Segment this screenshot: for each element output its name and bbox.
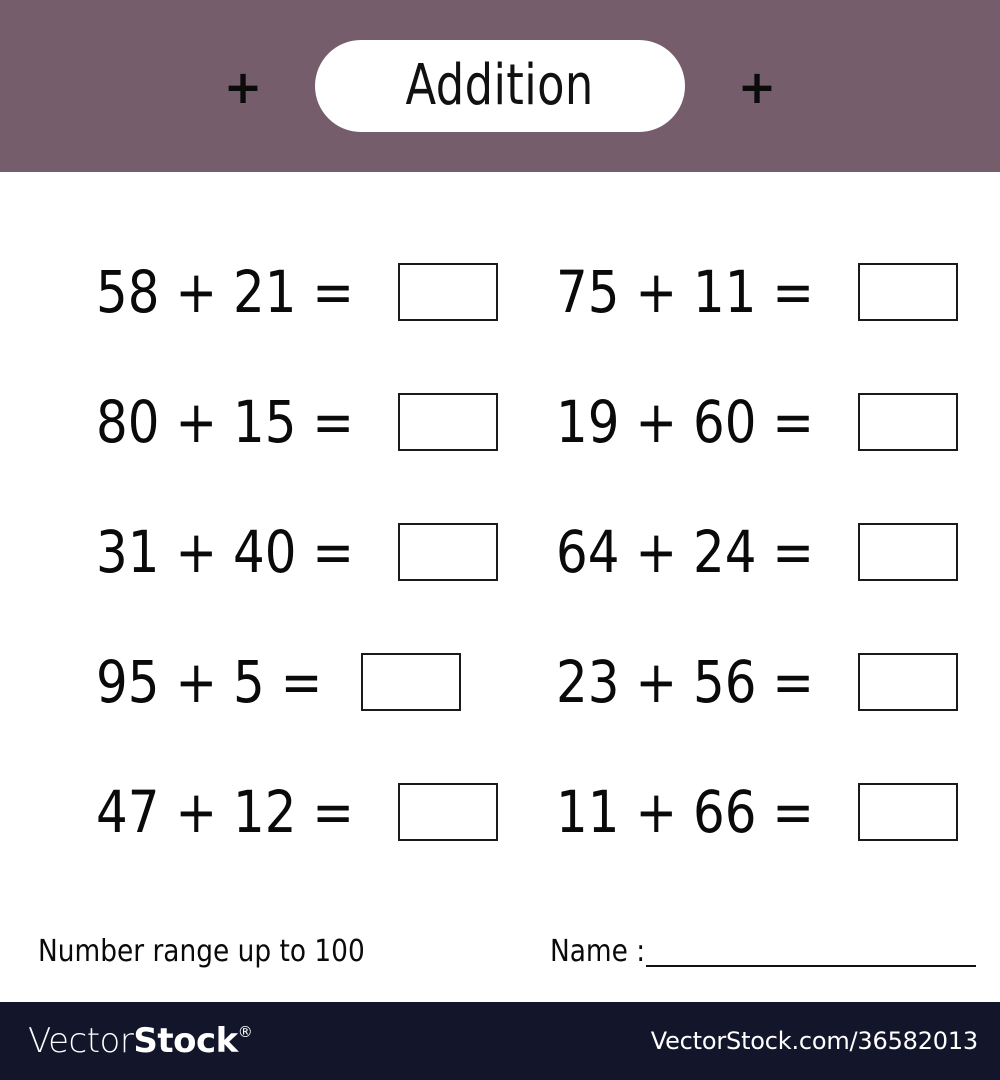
problem-expression: 11 + 66 = xyxy=(556,778,815,846)
problem-expression: 75 + 11 = xyxy=(556,258,815,326)
problem-expression: 95 + 5 = xyxy=(96,648,323,716)
problem-row: 31 + 40 = xyxy=(96,516,499,588)
answer-box[interactable] xyxy=(858,783,959,841)
problem-expression: 23 + 56 = xyxy=(556,648,815,716)
title-pill: Addition xyxy=(315,40,685,132)
answer-box[interactable] xyxy=(398,783,499,841)
problem-expression: 31 + 40 = xyxy=(96,518,355,586)
problem-expression: 80 + 15 = xyxy=(96,388,355,456)
registered-trademark-icon: ® xyxy=(237,1023,253,1041)
worksheet-area: 58 + 21 = 80 + 15 = 31 + 40 = 95 + 5 = 4… xyxy=(0,172,1000,1002)
page-title: Addition xyxy=(405,53,595,118)
problem-expression: 19 + 60 = xyxy=(556,388,815,456)
watermark-url: VectorStock.com/36582013 xyxy=(650,1027,978,1055)
problem-row: 58 + 21 = xyxy=(96,256,499,328)
name-label: Name : xyxy=(550,934,646,969)
plus-decoration-left-icon: + xyxy=(223,60,263,114)
answer-box[interactable] xyxy=(858,263,959,321)
answer-box[interactable] xyxy=(398,523,499,581)
answer-box[interactable] xyxy=(398,393,499,451)
answer-box[interactable] xyxy=(398,263,499,321)
problem-row: 11 + 66 = xyxy=(556,776,959,848)
name-input-line[interactable] xyxy=(646,965,976,967)
problem-expression: 64 + 24 = xyxy=(556,518,815,586)
logo-text-vector: Vector xyxy=(28,1021,134,1061)
problem-row: 64 + 24 = xyxy=(556,516,959,588)
problem-row: 23 + 56 = xyxy=(556,646,959,718)
answer-box[interactable] xyxy=(858,393,959,451)
plus-decoration-right-icon: + xyxy=(737,60,777,114)
answer-box[interactable] xyxy=(361,653,462,711)
vectorstock-logo: Vector Stock ® xyxy=(28,1022,253,1060)
problem-expression: 58 + 21 = xyxy=(96,258,355,326)
answer-box[interactable] xyxy=(858,653,959,711)
problem-row: 80 + 15 = xyxy=(96,386,499,458)
problem-row: 75 + 11 = xyxy=(556,256,959,328)
number-range-note: Number range up to 100 xyxy=(38,934,365,969)
header-banner: + Addition + xyxy=(0,0,1000,172)
problem-expression: 47 + 12 = xyxy=(96,778,355,846)
problem-row: 95 + 5 = xyxy=(96,646,462,718)
problem-row: 19 + 60 = xyxy=(556,386,959,458)
logo-text-stock: Stock xyxy=(133,1021,238,1061)
problem-row: 47 + 12 = xyxy=(96,776,499,848)
name-field: Name : xyxy=(550,932,976,972)
answer-box[interactable] xyxy=(858,523,959,581)
watermark-bar: Vector Stock ® VectorStock.com/36582013 xyxy=(0,1002,1000,1080)
